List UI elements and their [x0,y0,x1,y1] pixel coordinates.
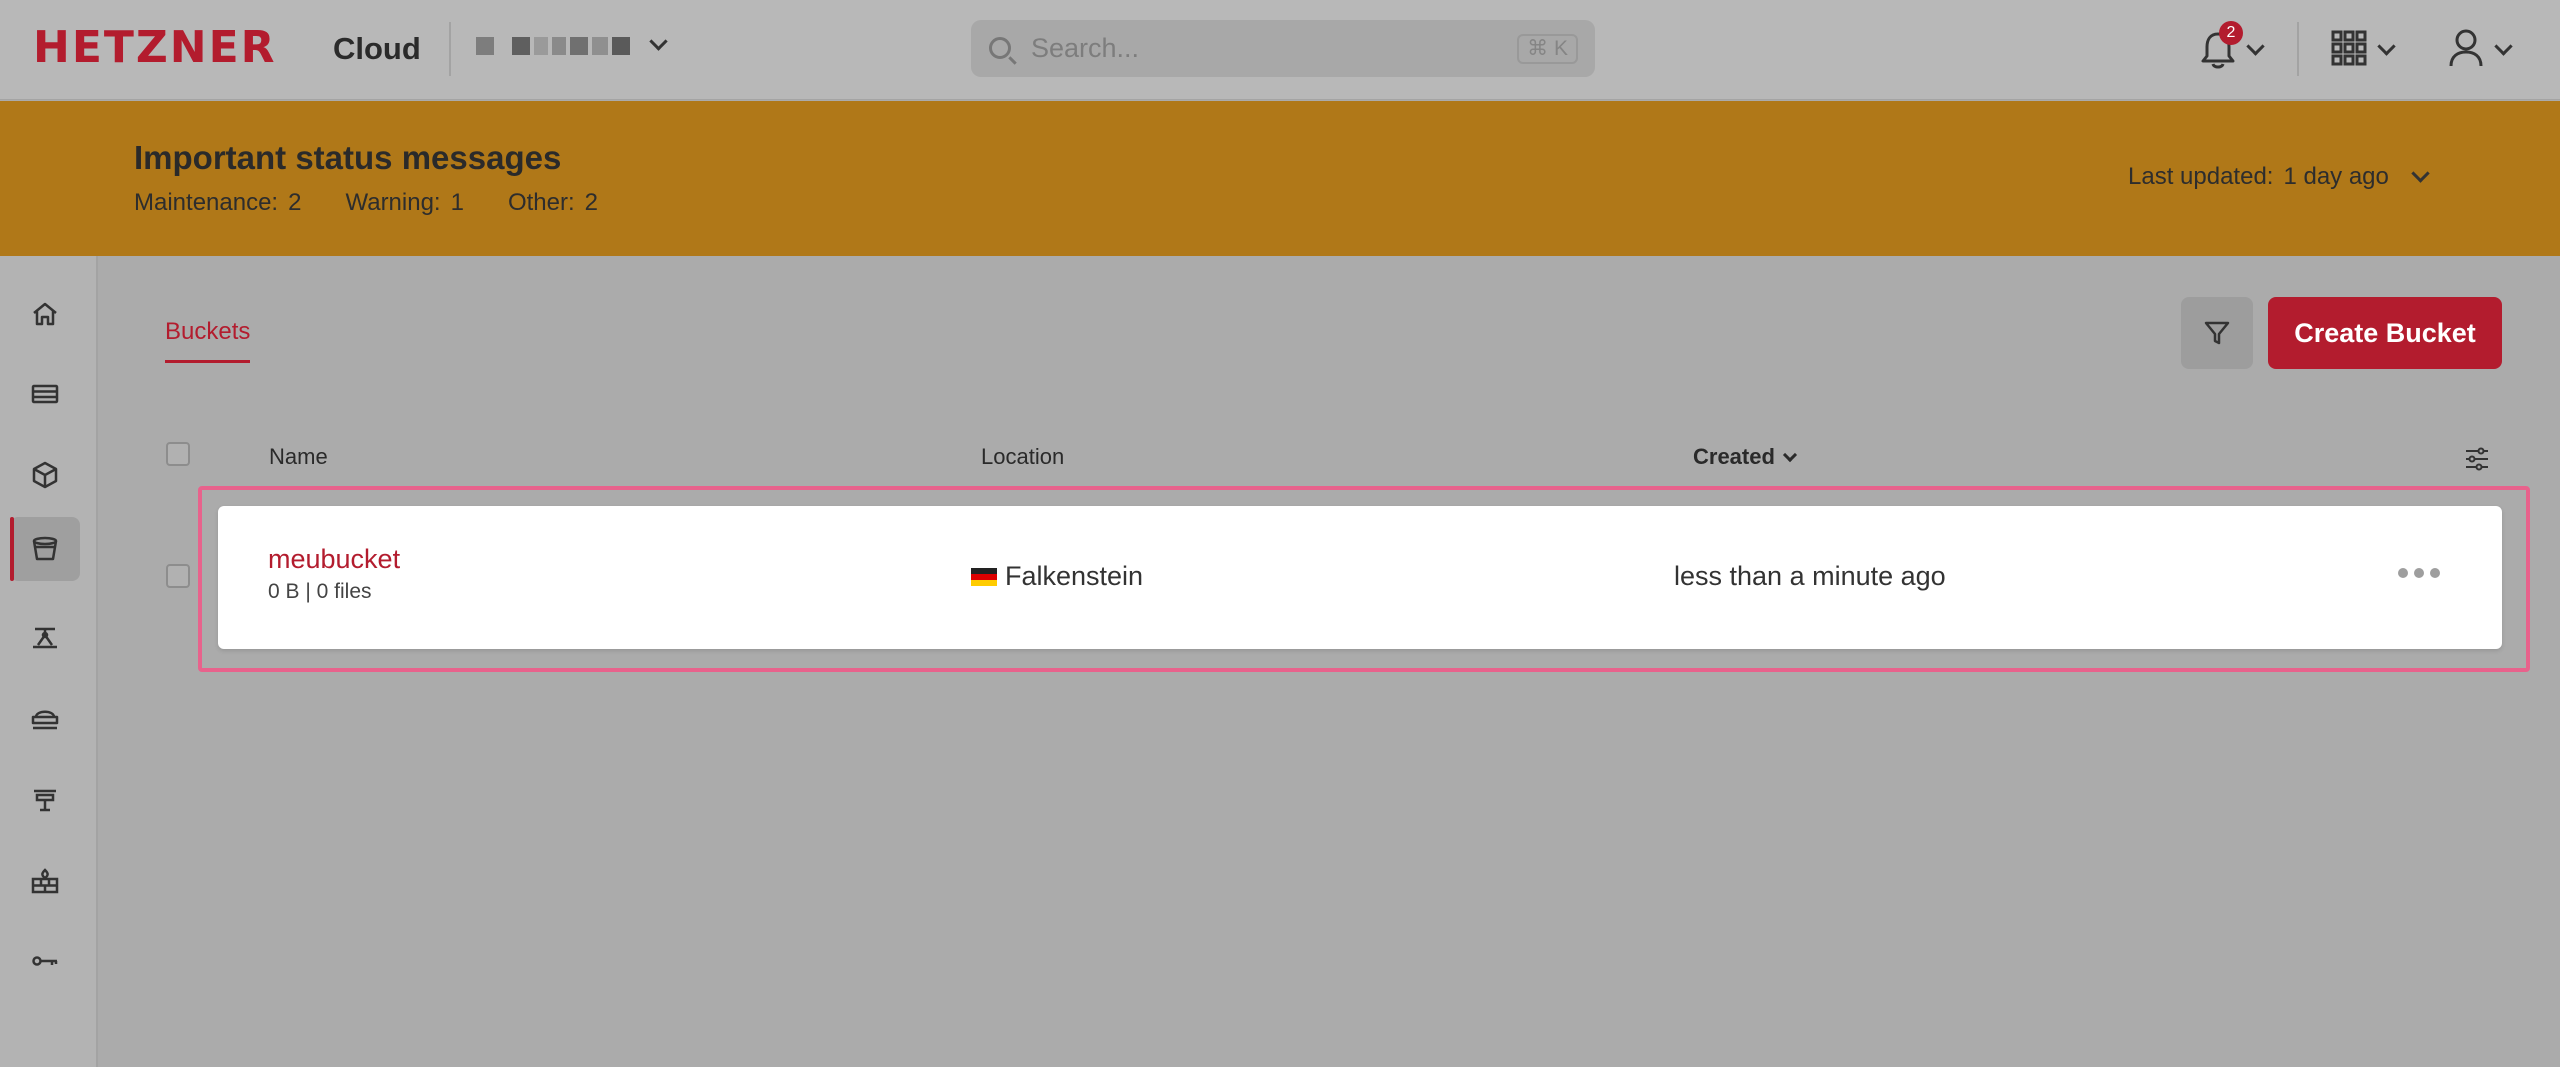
sidebar-item-load-balancers[interactable] [10,605,80,669]
home-icon [33,302,57,326]
column-header-name[interactable]: Name [269,444,328,470]
last-updated-label: Last updated: [2128,163,2274,190]
load-balancer-icon [33,627,57,649]
warning-count: 1 [450,189,464,216]
select-all-checkbox[interactable] [166,442,190,466]
sidebar-item-buckets[interactable] [10,517,80,581]
sidebar-item-volumes[interactable] [10,443,80,507]
top-bar: HETZNER Cloud ⌘ K 2 [0,0,2560,100]
sidebar-item-home[interactable] [10,282,80,346]
sidebar-item-floating-ips[interactable] [10,767,80,831]
other-count: 2 [584,189,599,216]
sidebar-item-networks[interactable] [10,686,80,750]
networks-icon [31,710,59,730]
redacted-block [612,37,630,55]
redacted-block [534,37,548,55]
servers-icon [31,384,59,404]
chevron-down-icon[interactable] [2494,37,2513,56]
column-header-location[interactable]: Location [981,444,1064,470]
maintenance-label: Maintenance: [134,189,279,216]
chevron-down-icon [649,31,668,51]
apps-grid-icon[interactable] [2331,30,2367,66]
firewall-icon [31,868,59,894]
hetzner-logo[interactable]: HETZNER [33,22,277,73]
filter-button[interactable] [2181,297,2253,369]
key-icon [32,956,58,966]
banner-counts: Maintenance: 2 Warning: 1 Other: 2 [134,189,632,217]
sidebar [0,256,98,1067]
row-checkbox[interactable] [166,564,190,588]
volumes-icon [32,461,58,489]
create-bucket-button[interactable]: Create Bucket [2268,297,2502,369]
column-settings-icon[interactable] [2464,446,2490,472]
redacted-block [552,37,566,55]
divider [449,22,451,76]
banner-title: Important status messages [134,139,562,176]
maintenance-count: 2 [288,189,302,216]
redacted-block [476,37,494,55]
column-header-created-label: Created [1693,444,1775,469]
chevron-down-icon[interactable] [2246,37,2265,56]
sidebar-item-servers[interactable] [10,362,80,426]
sort-chevron-icon [1782,447,1797,463]
notification-badge: 2 [2219,21,2243,45]
selection-highlight [198,486,2530,672]
chevron-down-icon[interactable] [2411,164,2430,183]
redacted-gap [498,37,508,55]
last-updated: Last updated: 1 day ago [2128,163,2389,191]
column-header-created[interactable]: Created [1693,444,1797,470]
project-switcher[interactable] [476,31,668,58]
redacted-block [592,37,608,55]
search-icon [989,37,1011,59]
redacted-block [570,37,588,55]
logo-sub: Cloud [333,31,421,66]
redacted-block [512,37,530,55]
warning-label: Warning: [345,189,441,216]
floating-ip-icon [34,789,56,812]
logo-text: HETZNER [33,22,277,73]
tab-buckets[interactable]: Buckets [165,318,251,363]
chevron-down-icon[interactable] [2377,37,2396,56]
divider [2297,22,2299,76]
other-label: Other: [507,189,575,216]
sidebar-item-firewalls[interactable] [10,849,80,913]
sidebar-item-security[interactable] [10,929,80,993]
search-input[interactable] [1031,30,1471,66]
status-banner: Important status messages Maintenance: 2… [0,101,2560,256]
last-updated-value: 1 day ago [2283,163,2389,190]
search-bar[interactable]: ⌘ K [971,20,1595,77]
user-icon[interactable] [2448,28,2484,68]
bucket-icon [32,536,58,561]
shortcut-hint: ⌘ K [1517,34,1578,64]
filter-icon [2204,321,2230,345]
